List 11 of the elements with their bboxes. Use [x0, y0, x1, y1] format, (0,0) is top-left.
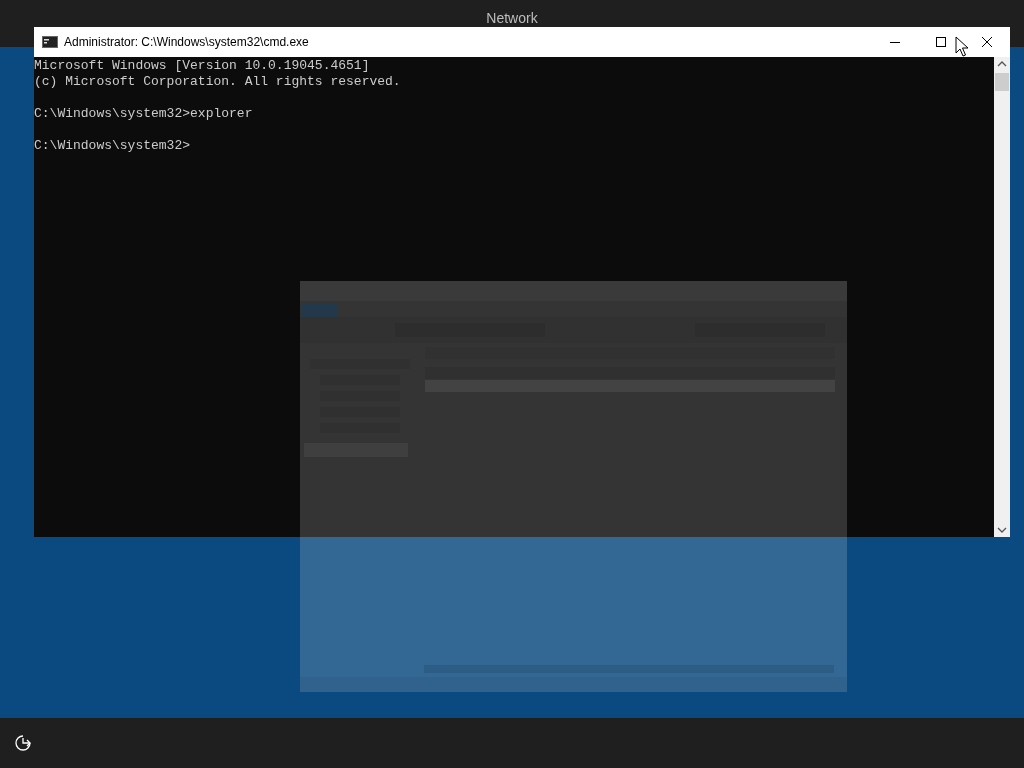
console-line: C:\Windows\system32>: [34, 138, 192, 154]
scrollbar-thumb[interactable]: [995, 73, 1009, 91]
console-line: Microsoft Windows [Version 10.0.19045.4651]: [34, 58, 371, 74]
accessibility-icon[interactable]: [14, 734, 32, 752]
window-title: Administrator: C:\Windows\system32\cmd.exe: [64, 35, 310, 49]
console-line: (c) Microsoft Corporation. All rights reserved.: [34, 74, 402, 90]
console-line: C:\Windows\system32>explorer: [34, 106, 254, 122]
console-app-icon: [42, 36, 58, 48]
maximize-icon: [935, 36, 947, 48]
page-title: Network: [486, 10, 538, 26]
close-icon: [981, 36, 993, 48]
